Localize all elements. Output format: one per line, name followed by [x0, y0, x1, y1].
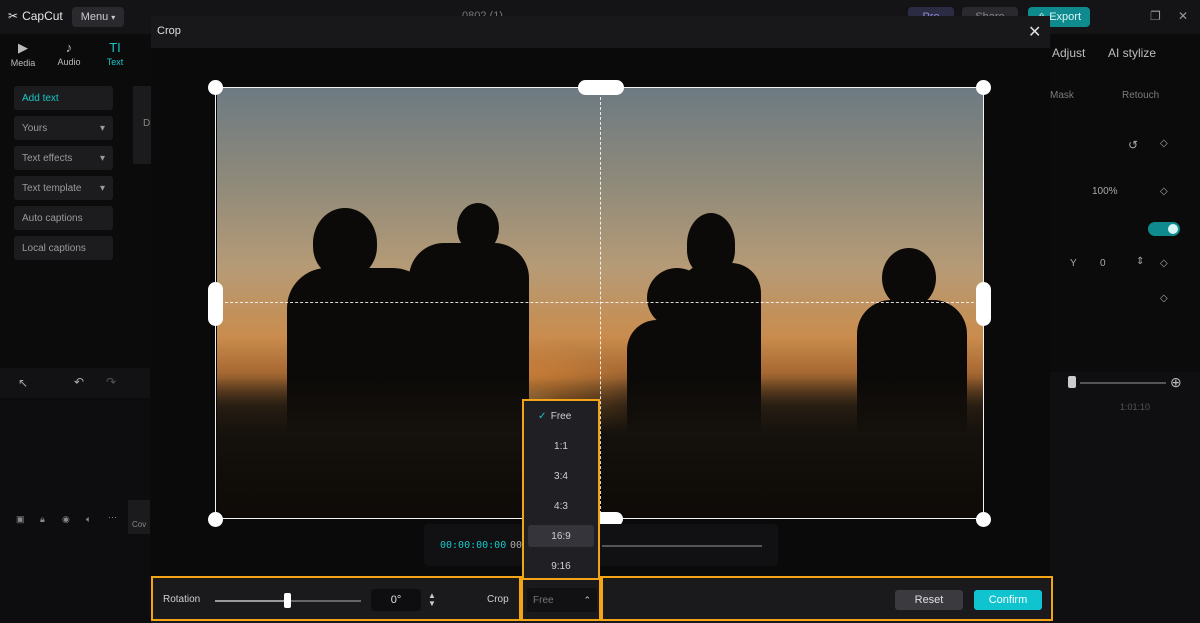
- crop-ratio-section: Free ⌃: [521, 576, 601, 621]
- select-pointer-icon[interactable]: ↖: [18, 376, 28, 390]
- rotation-slider-thumb[interactable]: [284, 593, 291, 608]
- sidebar-item-yours[interactable]: Yours ▾: [14, 116, 113, 140]
- scale-value[interactable]: 100%: [1092, 186, 1118, 197]
- menu-button[interactable]: Menu ▾: [72, 7, 124, 27]
- capcut-logo: ✂ CapCut: [8, 9, 63, 23]
- capcut-logo-icon: ✂: [8, 9, 19, 23]
- reset-rotate-icon[interactable]: ↺: [1128, 138, 1138, 152]
- zoom-slider-track[interactable]: [1080, 382, 1166, 384]
- timeline-track-area: ▣ 🔒︎ ◉ 🔈︎ ⋯ Cov: [0, 400, 150, 623]
- audio-icon: ♪: [65, 40, 73, 55]
- subtab-mask[interactable]: Mask: [1050, 90, 1074, 101]
- text-icon: TI: [109, 40, 121, 55]
- tab-audio[interactable]: ♪ Audio: [46, 34, 92, 74]
- sidebar-item-auto-captions[interactable]: Auto captions: [14, 206, 113, 230]
- crop-option-16-9[interactable]: 16:9: [528, 525, 594, 547]
- close-icon[interactable]: ✕: [1028, 22, 1041, 42]
- rotation-input[interactable]: 0°: [371, 589, 421, 611]
- crop-ratio-dropdown: ✓ Free 1:1 3:4 4:3 16:9 9:16: [522, 399, 600, 580]
- crop-option-9-16[interactable]: 9:16: [528, 555, 594, 577]
- rotation-label: Rotation: [163, 594, 201, 605]
- crop-handle-bottom-left[interactable]: [208, 512, 223, 527]
- keyframe-icon[interactable]: ◇: [1160, 138, 1168, 149]
- timeline-toolbar: ↖ ↶ ↷: [0, 368, 150, 398]
- left-tab-bar: ▶ Media ♪ Audio TI Text: [0, 34, 150, 74]
- restore-window-icon[interactable]: ❐: [1150, 9, 1161, 23]
- tab-media[interactable]: ▶ Media: [0, 34, 46, 74]
- y-label: Y: [1070, 258, 1077, 269]
- chevron-down-icon: ▾: [99, 122, 105, 134]
- uniform-scale-toggle[interactable]: [1148, 222, 1180, 236]
- close-window-icon[interactable]: ✕: [1178, 9, 1188, 23]
- crop-grid-horizontal: [215, 302, 984, 303]
- crop-handle-right[interactable]: [976, 282, 991, 326]
- undo-icon[interactable]: ↶: [74, 375, 84, 389]
- confirm-button[interactable]: Confirm: [974, 590, 1042, 610]
- keyframe-icon[interactable]: ◇: [1160, 258, 1168, 269]
- sidebar: Add text Yours ▾ Text effects ▾ Text templ…: [0, 80, 125, 260]
- media-icon: ▶: [18, 40, 28, 55]
- crop-option-1-1[interactable]: 1:1: [528, 435, 594, 457]
- tab-adjust[interactable]: Adjust: [1052, 46, 1085, 60]
- crop-option-free[interactable]: ✓ Free: [528, 405, 594, 427]
- keyframe-icon[interactable]: ◇: [1160, 293, 1168, 304]
- crop-modal: Crop ✕ 00:00:00:00 00 Rotation 0° ▲ ▼ Cr…: [151, 16, 1053, 623]
- timeline-timestamp: 1:01:10: [1120, 402, 1151, 412]
- modal-header: Crop ✕: [151, 16, 1050, 48]
- playback-scrubber[interactable]: [602, 545, 762, 547]
- crop-handle-bottom-right[interactable]: [976, 512, 991, 527]
- redo-icon[interactable]: ↷: [106, 375, 116, 389]
- cover-button[interactable]: Cov: [128, 500, 150, 534]
- rotation-stepper[interactable]: ▲ ▼: [425, 590, 439, 610]
- crop-ratio-select[interactable]: Free ⌃: [527, 588, 597, 612]
- playback-bar: 00:00:00:00 00: [424, 524, 778, 566]
- zoom-in-icon[interactable]: ⊕: [1170, 374, 1182, 391]
- stepper-icon[interactable]: ⇕: [1136, 256, 1144, 267]
- zoom-slider-thumb[interactable]: [1068, 376, 1076, 388]
- actions-section: Reset Confirm: [601, 576, 1053, 621]
- chevron-down-icon: ▾: [99, 152, 105, 164]
- rotation-slider-fill: [215, 600, 287, 602]
- sidebar-item-local-captions[interactable]: Local captions: [14, 236, 113, 260]
- crop-handle-top-right[interactable]: [976, 80, 991, 95]
- text-preset-card: D: [133, 86, 151, 164]
- crop-grid-vertical: [600, 87, 601, 519]
- tab-ai-stylize[interactable]: AI stylize: [1108, 46, 1156, 60]
- modal-title: Crop: [157, 25, 181, 37]
- rotation-section: Rotation 0° ▲ ▼ Crop: [151, 576, 521, 621]
- sidebar-item-text-template[interactable]: Text template ▾: [14, 176, 113, 200]
- more-icon[interactable]: ⋯: [108, 512, 117, 523]
- crop-handle-left[interactable]: [208, 282, 223, 326]
- eye-icon[interactable]: ◉: [62, 514, 70, 525]
- chevron-down-icon: ▾: [111, 12, 116, 22]
- crop-handle-top-left[interactable]: [208, 80, 223, 95]
- total-timecode: 00: [510, 540, 523, 551]
- timeline-right-area: ⊕ 1:01:10: [1050, 372, 1200, 623]
- volume-icon[interactable]: 🔈︎: [86, 514, 91, 525]
- subtab-retouch[interactable]: Retouch: [1122, 90, 1159, 101]
- current-timecode: 00:00:00:00: [440, 540, 507, 551]
- crop-option-3-4[interactable]: 3:4: [528, 465, 594, 487]
- keyframe-icon[interactable]: ◇: [1160, 186, 1168, 197]
- chevron-up-icon: ⌃: [583, 594, 591, 605]
- check-icon: ✓: [538, 410, 547, 422]
- sidebar-item-add-text[interactable]: Add text: [14, 86, 113, 110]
- crop-bottom-bar: Rotation 0° ▲ ▼ Crop Free ⌃ Reset Confirm: [151, 576, 1053, 623]
- chevron-down-icon[interactable]: ▼: [428, 600, 436, 608]
- track-video-icon[interactable]: ▣: [16, 514, 25, 525]
- crop-label: Crop: [487, 594, 509, 605]
- crop-handle-top[interactable]: [578, 80, 624, 95]
- lock-icon[interactable]: 🔒︎: [40, 514, 45, 525]
- crop-option-4-3[interactable]: 4:3: [528, 495, 594, 517]
- sidebar-item-text-effects[interactable]: Text effects ▾: [14, 146, 113, 170]
- y-value[interactable]: 0: [1100, 258, 1106, 269]
- tab-text[interactable]: TI Text: [92, 34, 138, 74]
- reset-button[interactable]: Reset: [895, 590, 963, 610]
- chevron-down-icon: ▾: [99, 182, 105, 194]
